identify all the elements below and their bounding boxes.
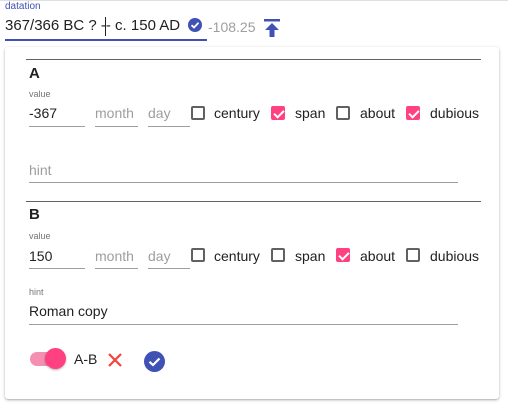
section-a-title: A [29,65,40,82]
b-century-label: century [214,248,260,264]
text-caret [105,17,106,36]
a-century-checkbox[interactable] [191,106,205,120]
b-hint-underline [29,324,458,325]
valid-check-icon [188,18,202,32]
b-span-checkbox[interactable] [271,248,285,262]
a-value-input[interactable]: -367 [29,105,57,121]
datation-underline [5,39,207,41]
b-span-label: span [295,248,326,264]
a-value-underline [29,126,85,127]
b-dubious-label: dubious [430,248,480,264]
a-span-label: span [295,105,326,121]
a-hint-input[interactable]: hint [29,162,52,178]
a-value-label: value [29,89,51,99]
b-century-checkbox[interactable] [191,248,205,262]
b-value-input[interactable]: 150 [29,248,52,264]
b-month-underline [95,268,138,269]
b-dubious-checkbox[interactable] [406,248,420,262]
datation-editor-card [5,47,499,399]
b-day-underline [148,268,190,269]
datation-label: datation [5,1,41,12]
vertical-align-top-icon[interactable] [262,17,282,39]
range-toggle-thumb[interactable] [45,348,66,369]
close-icon[interactable] [106,351,124,369]
b-about-checkbox[interactable] [336,248,350,262]
save-check-icon[interactable] [144,351,165,372]
b-value-label: value [29,231,51,241]
sort-value: -108.25 [208,19,256,35]
a-dubious-label: dubious [430,105,480,121]
top-divider [0,0,508,1]
a-day-input[interactable]: day [148,105,171,121]
datation-input[interactable]: 367/366 BC ? -- c. 150 AD (Rc [5,17,182,34]
section-b-title: B [29,206,40,223]
a-month-underline [95,126,138,127]
a-century-label: century [214,105,260,121]
a-about-label: about [360,105,396,121]
b-hint-label: hint [29,287,44,297]
section-b-divider [26,201,481,202]
a-about-checkbox[interactable] [336,106,350,120]
range-toggle-label: A-B [74,351,98,367]
b-day-input[interactable]: day [148,248,171,264]
a-hint-underline [29,182,458,183]
b-month-input[interactable]: month [95,248,134,264]
a-month-input[interactable]: month [95,105,134,121]
a-day-underline [148,126,190,127]
a-span-checkbox[interactable] [271,106,285,120]
a-dubious-checkbox[interactable] [406,106,420,120]
b-hint-input[interactable]: Roman copy [29,303,108,319]
b-about-label: about [360,248,396,264]
b-value-underline [29,268,85,269]
section-a-divider [26,59,481,60]
